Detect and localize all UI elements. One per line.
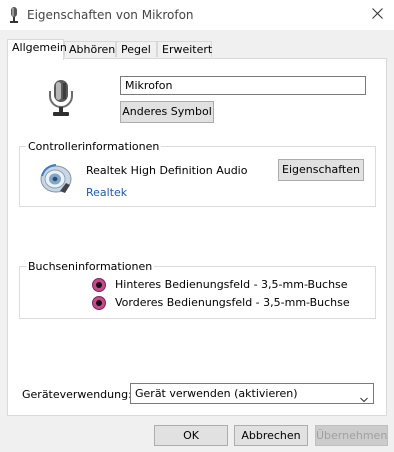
- tab-abhoeren[interactable]: Abhören: [64, 41, 116, 57]
- cancel-button[interactable]: Abbrechen: [234, 425, 308, 446]
- audio-device-icon: [38, 162, 74, 194]
- controller-group-label: Controllerinformationen: [26, 140, 162, 153]
- device-name-input[interactable]: Mikrofon: [120, 76, 366, 95]
- bus-group-label: Buchseninformationen: [26, 260, 155, 273]
- close-button[interactable]: [360, 0, 394, 30]
- tab-erweitert[interactable]: Erweitert: [157, 41, 212, 57]
- title-bar: Eigenschaften von Mikrofon: [0, 0, 394, 30]
- controller-name: Realtek High Definition Audio: [86, 164, 248, 177]
- usage-select[interactable]: Gerät verwenden (aktivieren): [130, 383, 374, 404]
- chevron-down-icon: [360, 390, 368, 403]
- jack-front-icon: [92, 296, 106, 310]
- window-title: Eigenschaften von Mikrofon: [27, 8, 194, 22]
- jack-front-label: Vorderes Bedienungsfeld - 3,5-mm-Buchse: [115, 296, 350, 309]
- ok-button[interactable]: OK: [154, 425, 228, 446]
- apply-button[interactable]: Übernehmen: [315, 425, 388, 446]
- controller-properties-button[interactable]: Eigenschaften: [278, 159, 364, 181]
- jack-rear-label: Hinteres Bedienungsfeld - 3,5-mm-Buchse: [115, 278, 348, 291]
- microphone-small-icon: [7, 6, 21, 24]
- usage-label: Geräteverwendung:: [22, 388, 132, 401]
- bus-group: [19, 266, 376, 319]
- tab-pegel[interactable]: Pegel: [116, 41, 157, 57]
- change-icon-button[interactable]: Anderes Symbol: [120, 101, 214, 123]
- tab-allgemein[interactable]: Allgemein: [7, 39, 67, 60]
- controller-vendor-link[interactable]: Realtek: [86, 186, 127, 199]
- close-icon: [371, 8, 383, 22]
- properties-window: Eigenschaften von Mikrofon Allgemein Abh…: [0, 0, 394, 452]
- microphone-icon: [44, 79, 78, 117]
- jack-rear-icon: [92, 278, 106, 292]
- usage-selected-value: Gerät verwenden (aktivieren): [135, 387, 298, 400]
